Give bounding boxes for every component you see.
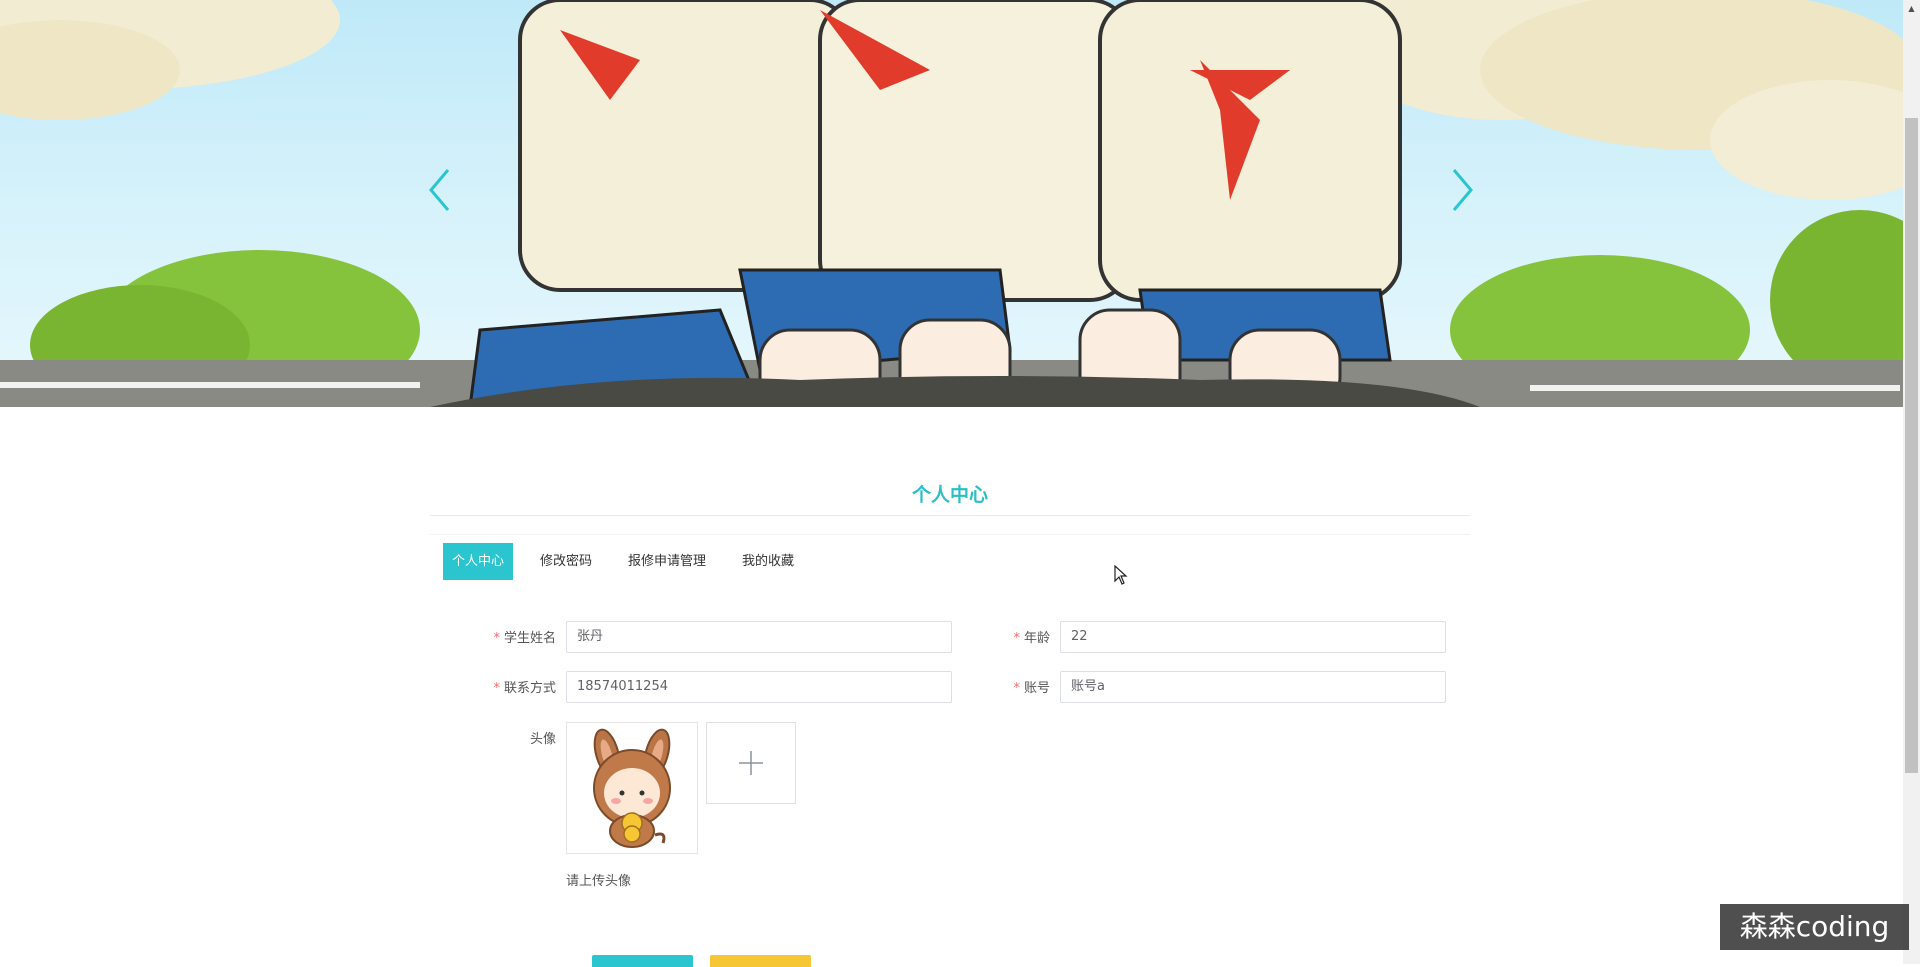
tab-profile[interactable]: 个人中心: [443, 543, 514, 580]
mouse-cursor-icon: [1114, 564, 1128, 589]
age-label-text: 年龄: [1023, 631, 1050, 646]
phone-label-text: 联系方式: [503, 681, 556, 696]
account-input[interactable]: 账号a: [1060, 671, 1446, 703]
page-title: 个人中心: [911, 484, 988, 506]
profile-tabs: 个人中心 修改密码 报修申请管理 我的收藏: [443, 543, 821, 580]
required-mark: *: [493, 681, 500, 696]
carousel-next-button[interactable]: [1446, 165, 1476, 215]
banner-illustration: [0, 0, 1903, 407]
watermark: 森森coding: [1720, 904, 1909, 950]
account-label-text: 账号: [1023, 681, 1050, 696]
plus-icon: [739, 751, 763, 775]
tab-repair-requests[interactable]: 报修申请管理: [619, 543, 715, 580]
avatar-label: 头像: [529, 732, 556, 747]
phone-input[interactable]: 18574011254: [566, 671, 952, 703]
upload-tip: 请上传头像: [566, 874, 632, 889]
required-mark: *: [1013, 631, 1020, 646]
avatar-upload-button[interactable]: [706, 722, 796, 804]
age-input[interactable]: 22: [1060, 621, 1446, 653]
scroll-up-icon[interactable]: ▲: [1903, 0, 1920, 17]
logout-button[interactable]: [710, 955, 811, 967]
avatar-preview[interactable]: [566, 722, 698, 854]
name-label: * 学生姓名: [436, 627, 556, 646]
chevron-right-icon: [1452, 169, 1473, 211]
page-scrollbar[interactable]: ▲: [1903, 0, 1920, 964]
phone-label: * 联系方式: [436, 677, 556, 696]
carousel-prev-button[interactable]: [426, 165, 456, 215]
save-button[interactable]: [592, 955, 693, 967]
age-label: * 年龄: [930, 627, 1050, 646]
tab-change-password[interactable]: 修改密码: [531, 543, 601, 580]
account-label: * 账号: [930, 677, 1050, 696]
chevron-left-icon: [429, 169, 450, 211]
required-mark: *: [1013, 681, 1020, 696]
title-divider-secondary: [430, 534, 1470, 535]
name-label-text: 学生姓名: [503, 631, 556, 646]
title-divider: [430, 515, 1470, 516]
tab-favorites[interactable]: 我的收藏: [733, 543, 803, 580]
avatar-image: [593, 728, 671, 848]
banner-carousel: [0, 0, 1903, 407]
student-name-input[interactable]: 张丹: [566, 621, 952, 653]
required-mark: *: [493, 631, 500, 646]
scrollbar-thumb[interactable]: [1905, 118, 1918, 773]
